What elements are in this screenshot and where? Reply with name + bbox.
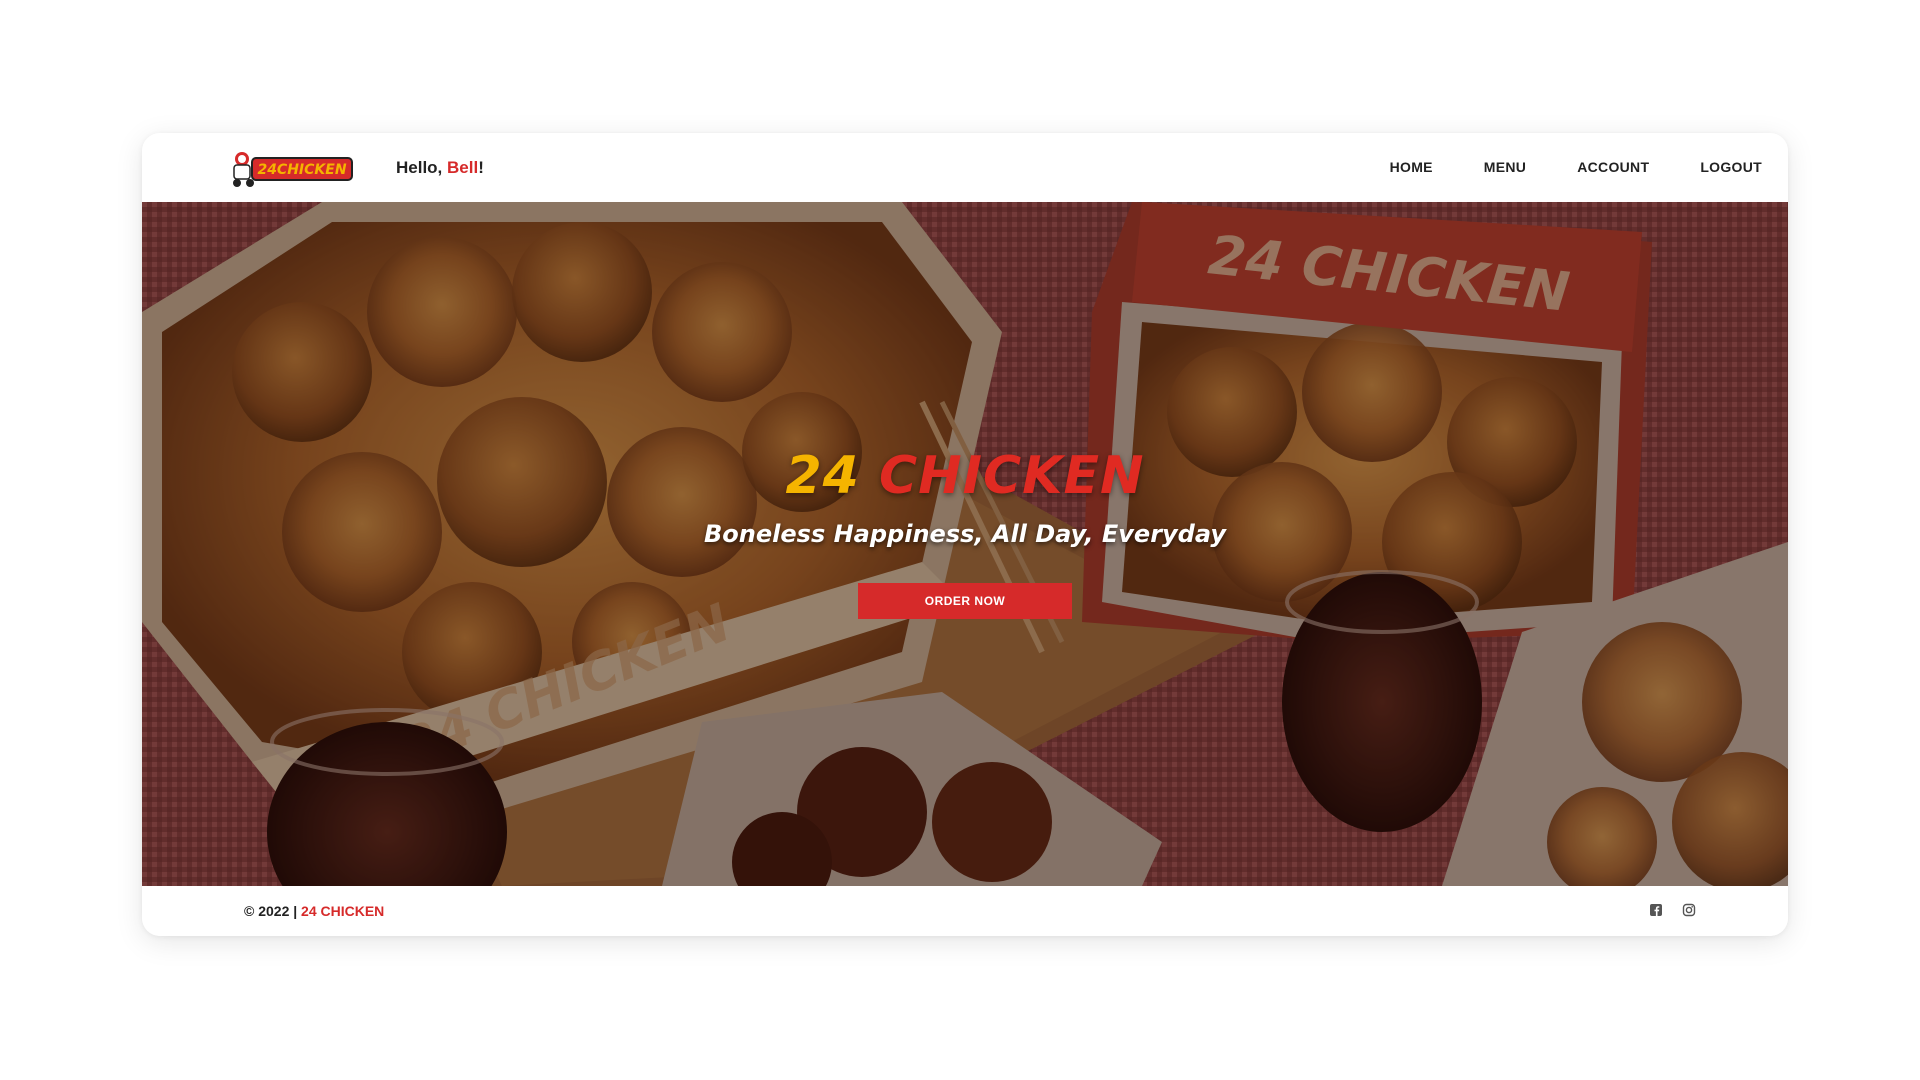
hero-banner: 24 CHICKEN 24 CHICKEN 24 CHICKEN Boneles… <box>142 202 1788 886</box>
footer: © 2022 | 24 CHICKEN <box>142 886 1788 936</box>
navbar: 24CHICKEN Hello, Bell! HOME MENU ACCOUNT… <box>142 133 1788 202</box>
hero-title-number: 24 <box>785 446 860 506</box>
greeting-suffix: ! <box>478 158 484 177</box>
nav-home[interactable]: HOME <box>1390 159 1433 175</box>
hero-title: 24 CHICKEN <box>142 446 1788 506</box>
user-greeting: Hello, Bell! <box>396 158 484 178</box>
user-name: Bell <box>447 158 479 177</box>
facebook-icon[interactable] <box>1649 903 1663 917</box>
nav-menu[interactable]: MENU <box>1484 159 1526 175</box>
nav-account[interactable]: ACCOUNT <box>1577 159 1649 175</box>
social-links <box>1649 903 1696 917</box>
page-card: 24CHICKEN Hello, Bell! HOME MENU ACCOUNT… <box>142 133 1788 936</box>
greeting-prefix: Hello, <box>396 158 448 177</box>
brand-logo[interactable]: 24CHICKEN <box>226 145 354 189</box>
logo-text: 24CHICKEN <box>257 162 346 178</box>
main-nav: HOME MENU ACCOUNT LOGOUT <box>1390 159 1762 175</box>
nav-logout[interactable]: LOGOUT <box>1700 159 1762 175</box>
order-now-button[interactable]: ORDER NOW <box>858 583 1072 619</box>
copyright-prefix: © 2022 | <box>244 903 302 919</box>
hero-title-word: CHICKEN <box>878 446 1145 506</box>
instagram-icon[interactable] <box>1682 903 1696 917</box>
copyright-brand: 24 CHICKEN <box>301 903 385 919</box>
hero-tagline: Boneless Happiness, All Day, Everyday <box>704 520 1226 548</box>
copyright: © 2022 | 24 CHICKEN <box>244 903 384 919</box>
